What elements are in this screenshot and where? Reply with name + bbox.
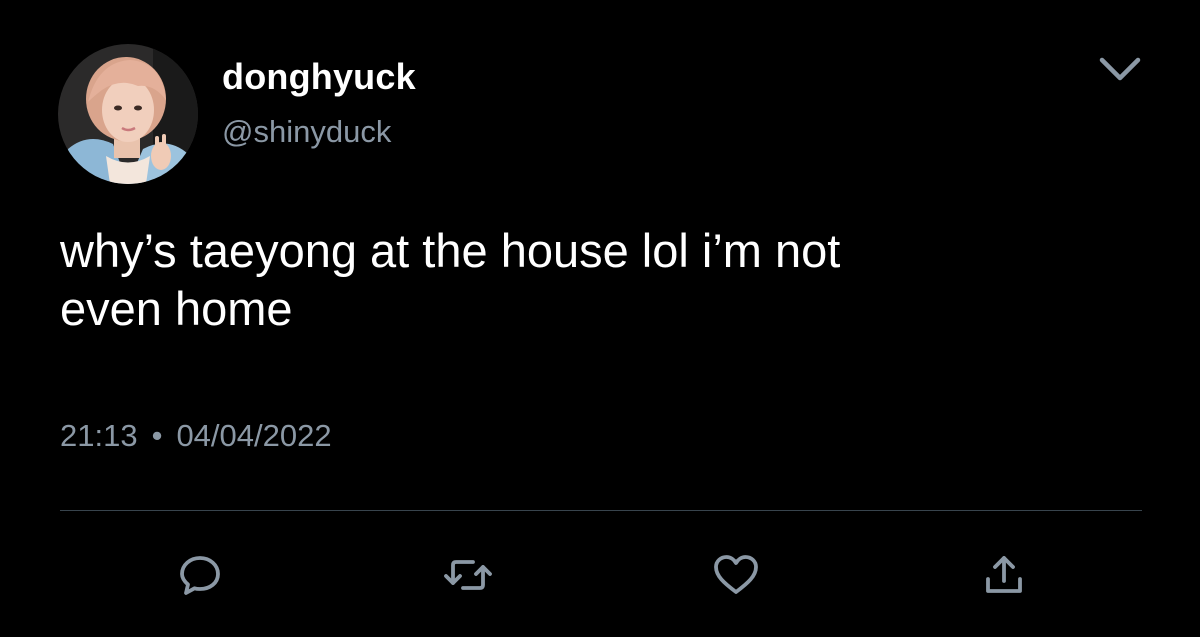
retweet-button[interactable]: [441, 548, 495, 602]
share-button[interactable]: [977, 548, 1031, 602]
avatar[interactable]: [58, 44, 198, 184]
meta-separator: •: [151, 418, 163, 453]
user-handle[interactable]: @shinyduck: [222, 114, 391, 150]
avatar-image: [58, 44, 198, 184]
tweet-timestamp[interactable]: 21:13 • 04/04/2022: [60, 418, 332, 454]
tweet-text: why’s taeyong at the house lol i’m not e…: [60, 224, 841, 335]
retweet-icon: [444, 560, 492, 590]
chevron-down-icon[interactable]: [1096, 52, 1144, 86]
reply-button[interactable]: [173, 548, 227, 602]
display-name[interactable]: donghyuck: [222, 56, 416, 98]
reply-icon: [180, 556, 220, 595]
tweet-time: 21:13: [60, 418, 138, 453]
like-button[interactable]: [709, 548, 763, 602]
tweet-card: donghyuck @shinyduck why’s taeyong at th…: [0, 0, 1200, 637]
heart-icon: [714, 555, 758, 594]
share-icon: [986, 556, 1022, 593]
tweet-date: 04/04/2022: [176, 418, 332, 453]
action-bar: [0, 540, 1200, 610]
divider: [60, 510, 1142, 511]
